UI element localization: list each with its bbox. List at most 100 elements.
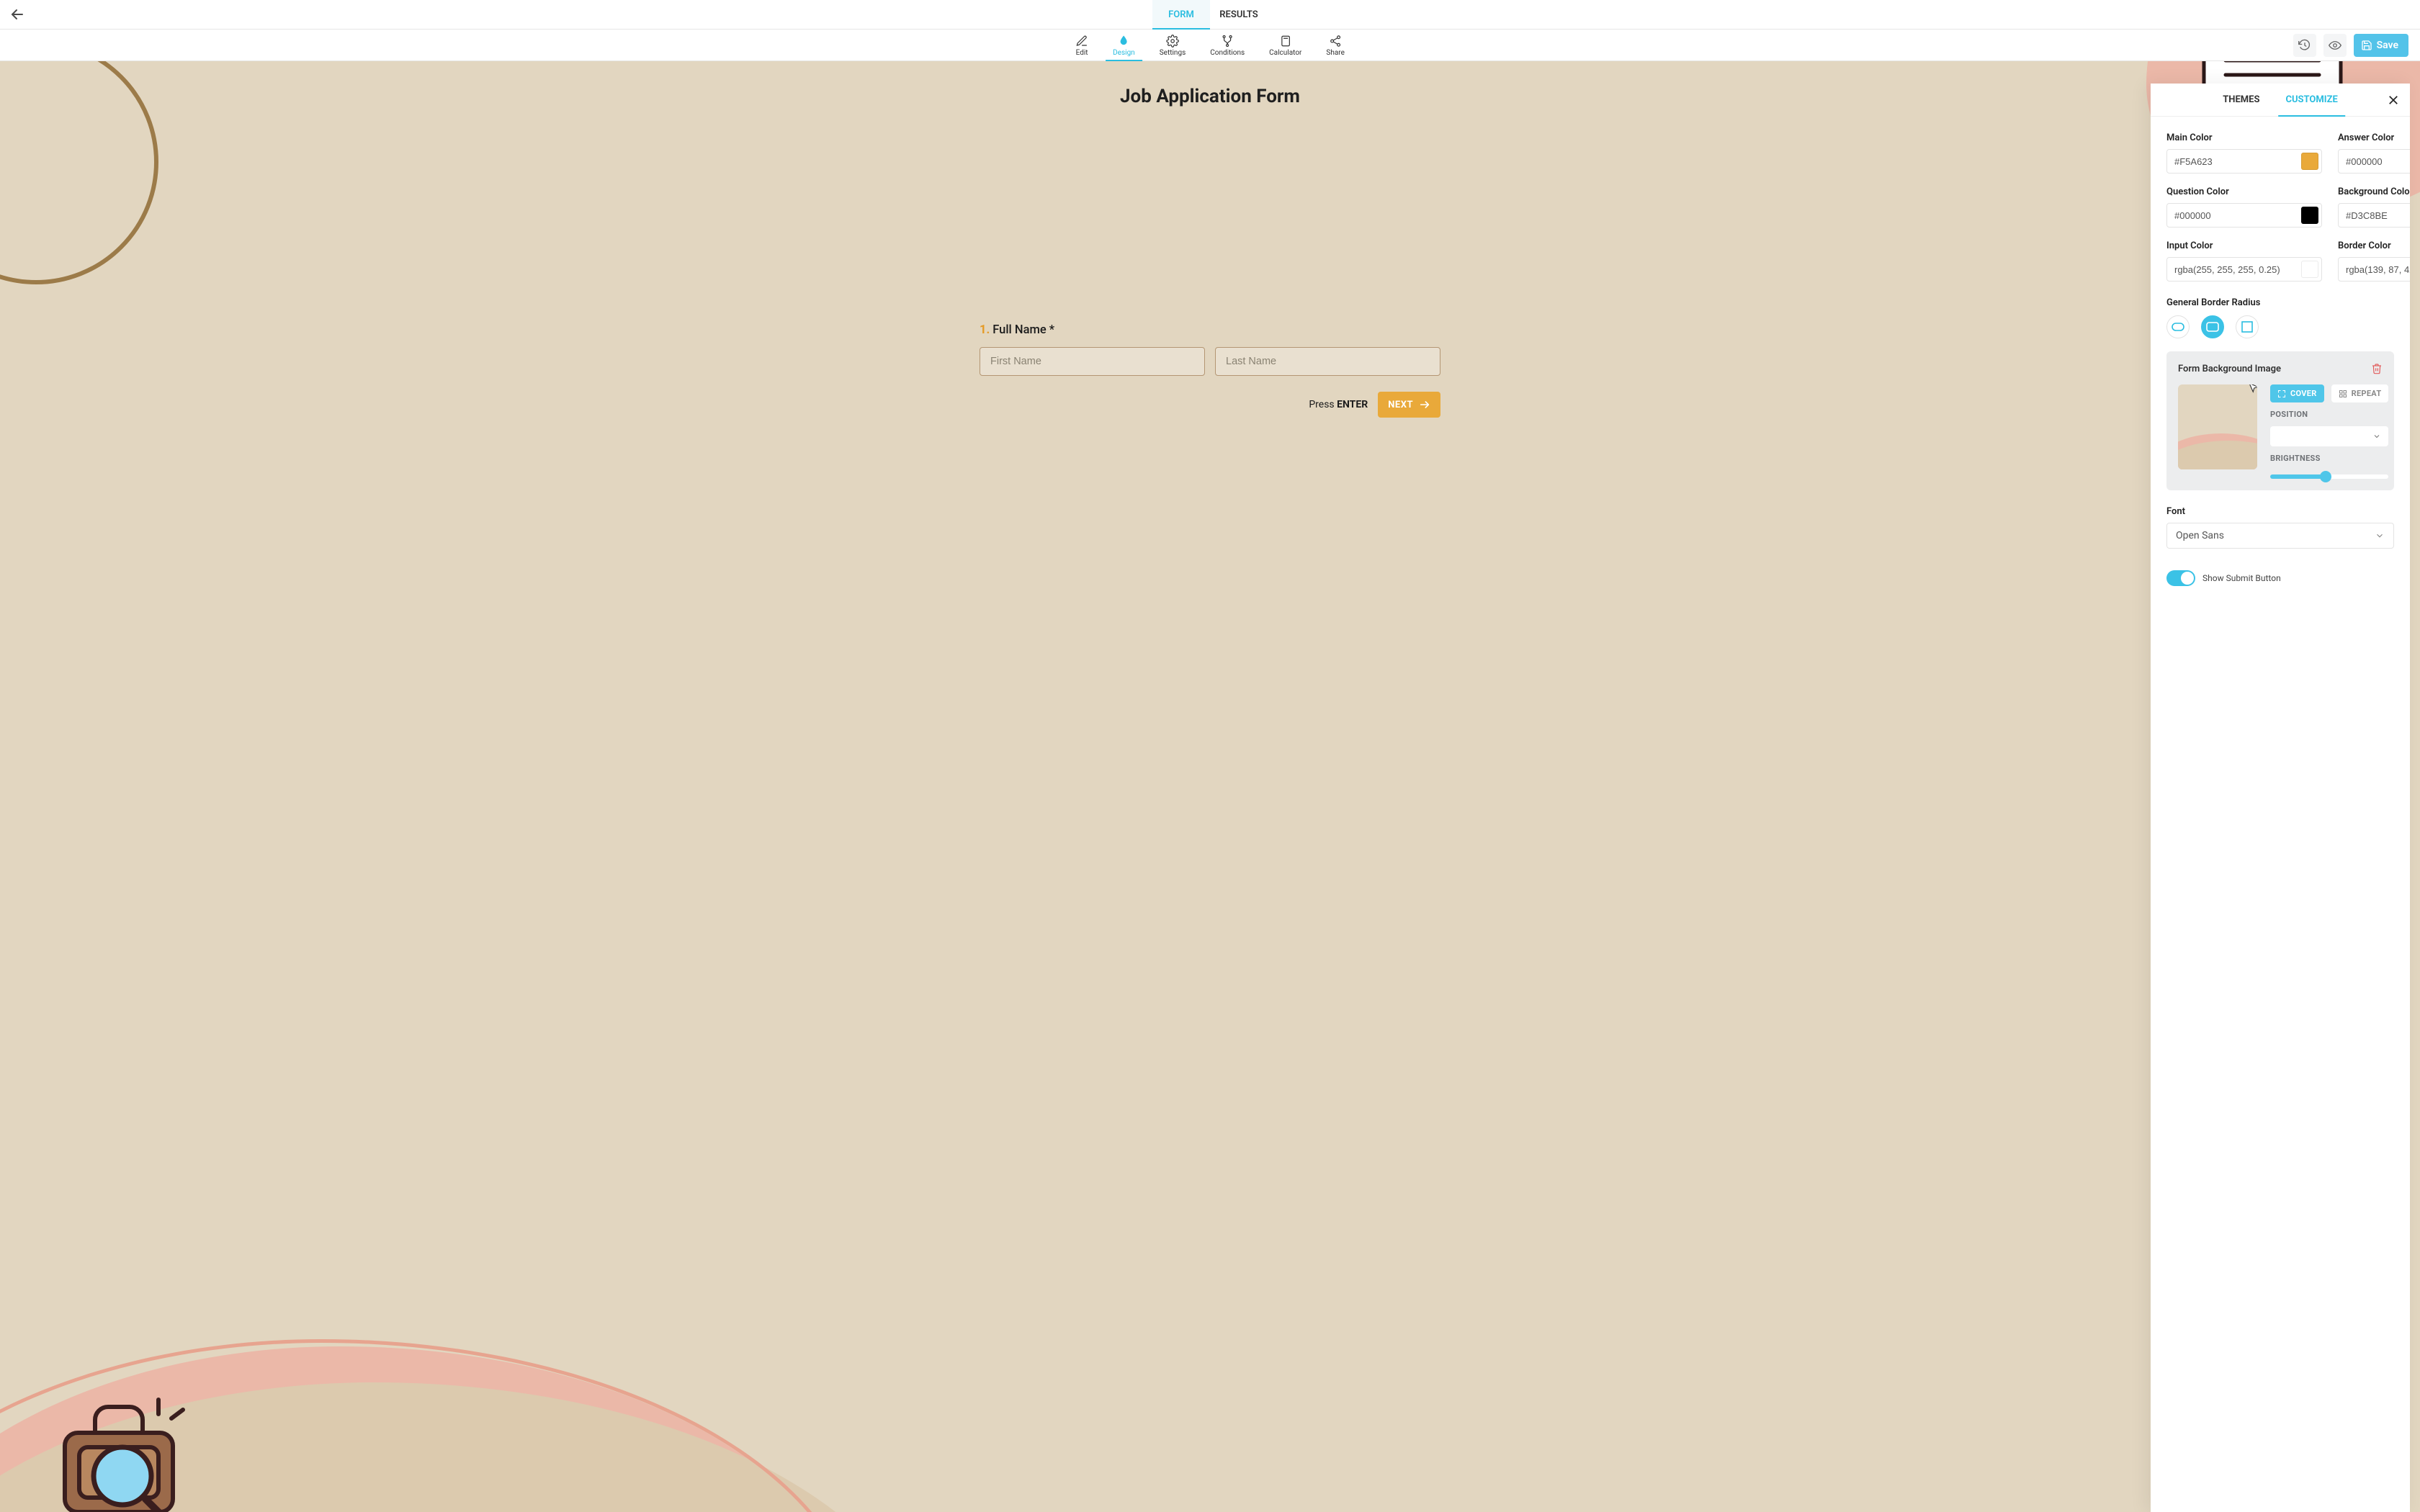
main-color-field: Main Color	[2166, 132, 2322, 174]
expand-icon	[2277, 390, 2286, 398]
tool-calculator-label: Calculator	[1269, 49, 1301, 57]
eye-icon	[2329, 39, 2341, 52]
slider-knob[interactable]	[2320, 471, 2331, 482]
question-label: 1.Full Name*	[980, 323, 1440, 337]
background-color-value[interactable]	[2346, 210, 2410, 221]
droplet-icon	[1117, 35, 1130, 48]
main-color-label: Main Color	[2166, 132, 2322, 143]
background-color-field: Background Color	[2338, 186, 2410, 228]
tab-results[interactable]: RESULTS	[1210, 0, 1268, 29]
border-color-field: Border Color	[2338, 240, 2410, 282]
input-color-value[interactable]	[2174, 264, 2301, 275]
tool-share[interactable]: Share	[1323, 30, 1347, 60]
radius-option-pill[interactable]	[2166, 315, 2190, 338]
input-color-label: Input Color	[2166, 240, 2322, 251]
question-number: 1.	[980, 323, 990, 337]
main-color-value[interactable]	[2174, 156, 2301, 167]
font-label: Font	[2166, 506, 2394, 517]
main-color-input[interactable]	[2166, 149, 2322, 174]
bgimg-delete-button[interactable]	[2371, 363, 2383, 374]
tool-settings[interactable]: Settings	[1157, 30, 1189, 60]
show-submit-toggle[interactable]	[2166, 570, 2195, 586]
border-color-input[interactable]	[2338, 257, 2410, 282]
tab-results-label: RESULTS	[1219, 9, 1258, 20]
history-button[interactable]	[2293, 34, 2316, 57]
bgimg-brightness-label: BRIGHTNESS	[2270, 454, 2388, 463]
tool-conditions-label: Conditions	[1210, 49, 1245, 57]
form-bg-image-card: Form Background Image COVER	[2166, 351, 2394, 490]
input-color-input[interactable]	[2166, 257, 2322, 282]
grid-icon	[2339, 390, 2347, 398]
pencil-icon	[1075, 35, 1088, 48]
border-color-label: Border Color	[2338, 240, 2410, 251]
required-mark: *	[1049, 323, 1054, 337]
next-button-label: NEXT	[1388, 400, 1413, 410]
answer-color-input[interactable]	[2338, 149, 2410, 174]
rounded-shape-icon	[2206, 322, 2219, 332]
panel-tab-themes[interactable]: THEMES	[2210, 84, 2272, 116]
chevron-down-icon	[2375, 531, 2385, 541]
tool-settings-label: Settings	[1160, 49, 1186, 57]
show-submit-row: Show Submit Button	[2166, 570, 2394, 586]
toolbar: Edit Design Settings Conditions Calculat…	[0, 30, 2420, 61]
briefcase-icon	[50, 1397, 194, 1512]
bgimg-thumbnail[interactable]	[2178, 384, 2257, 469]
tool-edit[interactable]: Edit	[1072, 30, 1091, 60]
history-icon	[2298, 39, 2311, 52]
form-title: Job Application Form	[980, 86, 1440, 107]
border-radius-options	[2166, 315, 2394, 338]
bgimg-position-select[interactable]	[2270, 426, 2388, 446]
question-color-input[interactable]	[2166, 203, 2322, 228]
back-arrow[interactable]	[9, 6, 26, 23]
tab-form[interactable]: FORM	[1152, 0, 1210, 29]
tool-share-label: Share	[1326, 49, 1344, 57]
first-name-input[interactable]	[980, 347, 1205, 376]
font-select[interactable]: Open Sans	[2166, 523, 2394, 549]
save-button[interactable]: Save	[2354, 34, 2408, 57]
panel-close-button[interactable]	[2387, 94, 2400, 107]
arrow-right-icon	[1419, 399, 1430, 410]
panel-tab-customize[interactable]: CUSTOMIZE	[2272, 84, 2350, 116]
square-shape-icon	[2241, 321, 2253, 333]
tool-conditions[interactable]: Conditions	[1207, 30, 1247, 60]
answer-color-value[interactable]	[2346, 156, 2410, 167]
trash-icon	[2371, 363, 2383, 374]
tool-design[interactable]: Design	[1110, 30, 1138, 60]
tool-calculator[interactable]: Calculator	[1266, 30, 1304, 60]
preview-button[interactable]	[2323, 34, 2347, 57]
bgimg-mode-cover[interactable]: COVER	[2270, 384, 2324, 402]
border-radius-label: General Border Radius	[2166, 297, 2394, 308]
save-button-label: Save	[2377, 40, 2398, 51]
show-submit-label: Show Submit Button	[2202, 573, 2281, 583]
last-name-input[interactable]	[1215, 347, 1440, 376]
close-icon	[2387, 94, 2400, 107]
panel-body: Main Color Answer Color Question Color	[2151, 117, 2410, 606]
input-color-swatch[interactable]	[2301, 261, 2318, 278]
question-text: Full Name	[992, 323, 1046, 337]
background-color-label: Background Color	[2338, 186, 2410, 197]
answer-color-label: Answer Color	[2338, 132, 2410, 143]
main-color-swatch[interactable]	[2301, 153, 2318, 170]
radius-option-rounded[interactable]	[2201, 315, 2224, 338]
tool-edit-label: Edit	[1076, 49, 1088, 57]
share-icon	[1329, 35, 1342, 48]
cursor-icon	[2247, 384, 2257, 395]
question-color-value[interactable]	[2174, 210, 2301, 221]
calculator-icon	[1279, 35, 1292, 48]
radius-option-sharp[interactable]	[2236, 315, 2259, 338]
question-color-swatch[interactable]	[2301, 207, 2318, 224]
bgimg-mode-repeat[interactable]: REPEAT	[2331, 384, 2389, 402]
border-color-value[interactable]	[2346, 264, 2410, 275]
next-button[interactable]: NEXT	[1378, 392, 1440, 418]
form-content: Job Application Form 1.Full Name* Press …	[980, 61, 1440, 418]
customize-panel: THEMES CUSTOMIZE Main Color Answer Color	[2151, 84, 2410, 1512]
gear-icon	[1166, 35, 1179, 48]
decoration-curve	[0, 61, 158, 284]
bgimg-title: Form Background Image	[2178, 364, 2281, 374]
background-color-input[interactable]	[2338, 203, 2410, 228]
bgimg-position-label: POSITION	[2270, 410, 2388, 419]
name-input-row	[980, 347, 1440, 376]
tab-form-label: FORM	[1168, 9, 1194, 20]
bgimg-brightness-slider[interactable]	[2270, 474, 2388, 479]
question-block: 1.Full Name* Press ENTER NEXT	[980, 323, 1440, 418]
